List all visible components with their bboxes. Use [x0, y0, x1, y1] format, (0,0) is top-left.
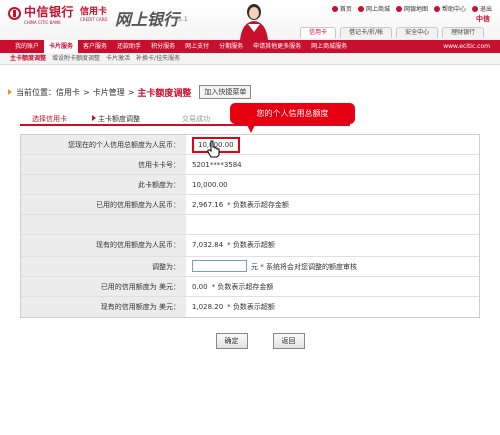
- nav-item-repayment[interactable]: 还款助手: [112, 40, 146, 53]
- step-arrow-icon: [92, 115, 96, 121]
- nav-item-card-service[interactable]: 卡片服务: [44, 40, 79, 53]
- sub-item-supplementary-limit[interactable]: 增设附卡额度调整: [52, 53, 106, 65]
- limit-adjust-form: 您现在的个人信用总额度为人民币： 10,000.00 信用卡卡号： 5201**…: [20, 134, 480, 318]
- form-row-total-limit: 您现在的个人信用总额度为人民币： 10,000.00: [21, 135, 479, 155]
- bank-name-en: CHINA CITIC BANK: [24, 20, 61, 25]
- adjust-label: 调整为：: [21, 257, 186, 276]
- card-limit-value: 10,000.00: [186, 175, 479, 194]
- add-quick-menu-button[interactable]: 加入快捷菜单: [199, 85, 252, 99]
- main-nav: 我的账户 卡片服务 客户服务 还款助手 积分服务 网上支付 分期服务 申请其他更…: [0, 40, 500, 53]
- used-usd-label: 已用的信用额度为 美元：: [21, 277, 186, 296]
- used-cny-value: 2,967.16: [192, 201, 224, 209]
- available-cny-label: 现有的信用额度为人民币：: [21, 235, 186, 256]
- top-link-map[interactable]: 网银地图: [395, 4, 428, 13]
- help-icon: [433, 6, 440, 12]
- netbank-title: 网上银行: [115, 10, 180, 29]
- nav-item-account[interactable]: 我的账户: [10, 40, 44, 53]
- sub-item-replace-card[interactable]: 补换卡/挂失服务: [136, 53, 186, 65]
- bank-logo[interactable]: 中信银行 CHINA CITIC BANK 信用卡 CREDIT CARD: [8, 6, 107, 25]
- credit-card-label: 信用卡: [80, 7, 108, 17]
- annotation-callout: 您的个人信用总额度: [230, 103, 355, 133]
- form-row-card-limit: 此卡额度为： 10,000.00: [21, 175, 479, 195]
- confirm-button[interactable]: 确定: [215, 333, 248, 349]
- used-cny-label: 已用的信用额度为人民币：: [21, 195, 186, 214]
- credit-card-label-en: CREDIT CARD: [80, 17, 108, 22]
- breadcrumb-level1[interactable]: 信用卡: [56, 87, 80, 98]
- site-url: www.ecitic.com: [443, 43, 490, 50]
- form-row-spacer: [21, 215, 479, 235]
- used-usd-value: 0.00: [192, 283, 208, 291]
- breadcrumb-separator: >: [83, 87, 90, 97]
- step-select-card: 选择信用卡: [32, 115, 67, 123]
- sub-nav: 主卡额度调整 增设附卡额度调整 卡片激活 补换卡/挂失服务: [0, 53, 500, 65]
- tab-debit-card[interactable]: 借记卡/折/帐: [340, 27, 393, 38]
- top-tabs: 信用卡 借记卡/折/帐 安全中心 理财银行: [300, 27, 485, 38]
- card-number-value: 5201****3584: [186, 155, 479, 174]
- available-usd-note: * 负数表示超额: [227, 303, 275, 311]
- form-row-available-cny: 现有的信用额度为人民币： 7,032.84 * 负数表示超额: [21, 235, 479, 257]
- nav-item-more-services[interactable]: 申请其他更多服务: [248, 40, 306, 53]
- nav-item-online-pay[interactable]: 网上支付: [180, 40, 214, 53]
- available-usd-value: 1,028.20: [192, 303, 224, 311]
- hand-cursor-icon: [207, 140, 220, 158]
- citic-mini-logo: 中信: [476, 15, 490, 23]
- available-cny-note: * 负数表示超额: [227, 241, 275, 249]
- breadcrumb-separator: >: [127, 87, 135, 97]
- breadcrumb-prefix: 当前位置：: [16, 87, 56, 97]
- map-icon: [395, 6, 402, 12]
- step-success: 交易成功: [182, 115, 210, 123]
- nav-item-customer-service[interactable]: 客户服务: [78, 40, 112, 53]
- card-number-label: 信用卡卡号：: [21, 155, 186, 174]
- form-row-adjust: 调整为： 元 * 系统将会对您调整的额度审核: [21, 257, 479, 277]
- adjust-amount-input[interactable]: [192, 260, 247, 272]
- tab-security-center[interactable]: 安全中心: [396, 27, 439, 38]
- arrow-icon: [8, 89, 12, 95]
- form-row-available-usd: 现有的信用额度为 美元： 1,028.20 * 负数表示超额: [21, 297, 479, 317]
- total-limit-label: 您现在的个人信用总额度为人民币：: [21, 135, 186, 154]
- action-buttons: 确定 返回: [0, 333, 500, 349]
- version-label: V5.1: [174, 16, 188, 23]
- form-row-used-cny: 已用的信用额度为人民币： 2,967.16 * 负数表示超存金额: [21, 195, 479, 215]
- form-row-used-usd: 已用的信用额度为 美元： 0.00 * 负数表示超存金额: [21, 277, 479, 297]
- home-icon: [331, 6, 338, 12]
- top-link-logout[interactable]: 退出: [471, 4, 492, 13]
- back-button[interactable]: 返回: [272, 333, 305, 349]
- nav-item-mall-service[interactable]: 网上商城服务: [306, 40, 352, 53]
- cart-icon: [357, 6, 364, 12]
- available-usd-label: 现有的信用额度为 美元：: [21, 297, 186, 317]
- bank-name: 中信银行: [24, 5, 75, 19]
- breadcrumb: 当前位置： 信用卡 > 卡片管理 > 主卡额度调整 加入快捷菜单: [8, 85, 252, 99]
- top-link-mall[interactable]: 网上商城: [357, 4, 390, 13]
- used-usd-note: * 负数表示超存金额: [211, 283, 274, 291]
- tab-wealth[interactable]: 理财银行: [442, 27, 485, 38]
- step-limit-adjust: 主卡额度调整: [92, 114, 140, 124]
- tab-credit-card[interactable]: 信用卡: [300, 27, 337, 38]
- card-limit-label: 此卡额度为：: [21, 175, 186, 194]
- sub-item-main-limit[interactable]: 主卡额度调整: [10, 53, 52, 65]
- top-link-home[interactable]: 首页: [331, 4, 352, 13]
- logout-icon: [471, 6, 478, 12]
- form-row-card-number: 信用卡卡号： 5201****3584: [21, 155, 479, 175]
- bank-emblem-icon: [8, 7, 21, 20]
- used-cny-note: * 负数表示超存金额: [227, 201, 289, 209]
- nav-item-installment[interactable]: 分期服务: [214, 40, 248, 53]
- top-links: 首页 网上商城 网银地图 帮助中心 退出: [331, 4, 492, 13]
- breadcrumb-level2[interactable]: 卡片管理: [93, 87, 125, 98]
- available-cny-value: 7,032.84: [192, 241, 224, 249]
- top-link-help[interactable]: 帮助中心: [433, 4, 466, 13]
- banner-woman-image: [240, 4, 268, 40]
- breadcrumb-current: 主卡额度调整: [137, 88, 192, 99]
- nav-item-points[interactable]: 积分服务: [146, 40, 180, 53]
- adjust-note: 元 * 系统将会对您调整的额度审核: [251, 263, 357, 271]
- header: 中信银行 CHINA CITIC BANK 信用卡 CREDIT CARD 网上…: [0, 0, 500, 40]
- sub-item-activation[interactable]: 卡片激活: [106, 53, 136, 65]
